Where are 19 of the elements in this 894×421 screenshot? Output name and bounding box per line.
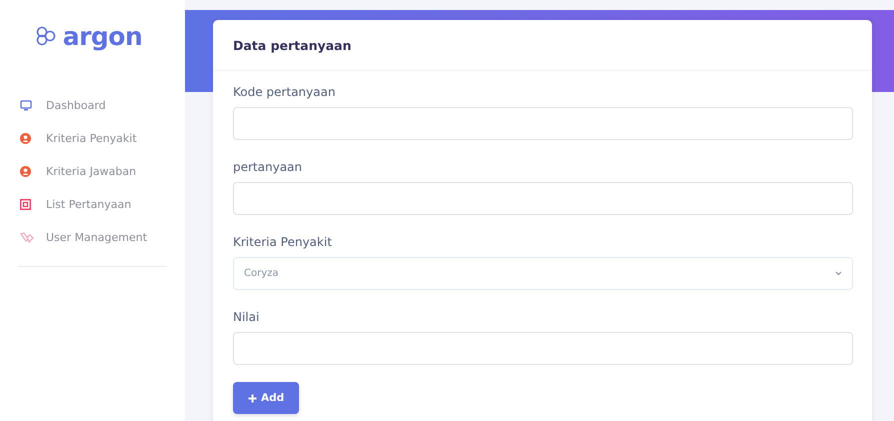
chevron-icon [835, 271, 842, 276]
sidebar-item[interactable]: User Management [0, 221, 185, 254]
card-title: Data pertanyaan [233, 38, 352, 52]
field-label: Kriteria Penyakit [233, 235, 333, 251]
sidebar-item[interactable]: Kriteria Penyakit [0, 122, 185, 155]
select-field[interactable]: Coryza [233, 257, 853, 290]
sidebar-item[interactable]: Dashboard [0, 89, 185, 122]
input-field[interactable] [233, 182, 853, 215]
input-field[interactable] [233, 332, 853, 365]
add-button[interactable]: Add [233, 382, 300, 414]
plus-icon [248, 394, 257, 402]
sidebar-item[interactable]: List Pertanyaan [0, 188, 185, 221]
input-field[interactable] [233, 107, 853, 140]
field-label: pertanyaan [233, 160, 304, 176]
brand-logo: argon [62, 22, 142, 50]
sidebar-item[interactable]: Kriteria Jawaban [0, 155, 185, 188]
field-label: Kode pertanyaan [233, 85, 336, 101]
field-label: Nilai [233, 310, 260, 326]
logo-icon [34, 26, 57, 46]
